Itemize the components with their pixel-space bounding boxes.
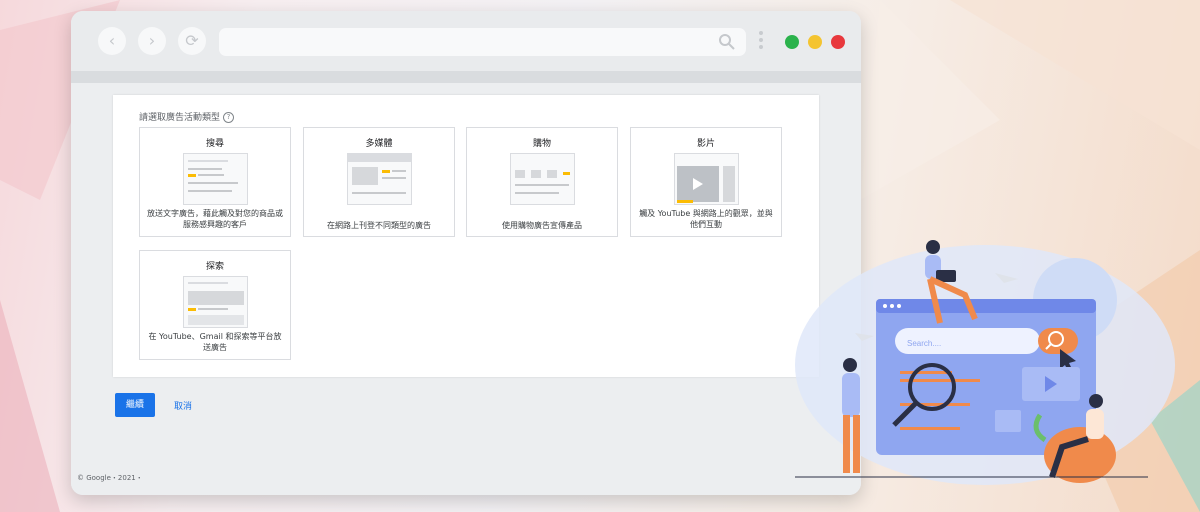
card-title: 探索 <box>205 262 224 272</box>
card-title: 搜尋 <box>205 139 224 149</box>
reload-icon: ⟳ <box>185 31 199 50</box>
window-green-light[interactable] <box>785 35 799 49</box>
card-description: 放送文字廣告，藉此觸及對您的商品或服務感興趣的客戶 <box>147 209 283 229</box>
help-icon[interactable]: ? <box>223 112 235 123</box>
card-title: 影片 <box>696 139 715 149</box>
image-icon <box>995 410 1021 432</box>
campaign-type-panel: 請選取廣告活動類型? 搜尋 放送文字廣告，藉此觸及對您的商品或服務感興趣的客戶 … <box>113 95 819 377</box>
address-bar[interactable] <box>219 28 746 56</box>
forward-button[interactable]: › <box>138 27 166 55</box>
people-search-illustration: Search.... <box>795 240 1175 485</box>
card-description: 觸及 YouTube 與網路上的觀眾，並與他們互動 <box>639 209 773 229</box>
browser-window: ‹ › ⟳ 請選取廣告活動類型? 搜尋 放送文字廣告，藉此觸及對您的商品或服務感… <box>71 11 861 495</box>
window-red-light[interactable] <box>831 35 845 49</box>
arrow-right-icon: › <box>148 31 156 50</box>
continue-button[interactable]: 繼續 <box>115 393 155 417</box>
video-ad-thumbnail <box>674 153 739 205</box>
window-yellow-light[interactable] <box>808 35 822 49</box>
play-icon <box>693 178 703 190</box>
shopping-ad-thumbnail <box>510 153 575 205</box>
card-description: 使用購物廣告宣傳產品 <box>502 221 582 230</box>
more-menu-icon[interactable] <box>759 31 763 52</box>
campaign-card-video[interactable]: 影片 觸及 YouTube 與網路上的觀眾，並與他們互動 <box>630 127 782 237</box>
card-description: 在 YouTube、Gmail 和探索等平台放送廣告 <box>148 332 282 352</box>
cancel-button[interactable]: 取消 <box>174 399 192 412</box>
search-icon <box>719 34 735 50</box>
back-button[interactable]: ‹ <box>98 27 126 55</box>
card-title: 購物 <box>532 139 551 149</box>
search-ad-thumbnail <box>183 153 248 205</box>
card-title: 多媒體 <box>365 139 393 149</box>
reload-button[interactable]: ⟳ <box>178 27 206 55</box>
arrow-left-icon: ‹ <box>108 31 116 50</box>
footer-copyright: © Google・2021・ <box>77 474 143 482</box>
campaign-card-display[interactable]: 多媒體 在網路上刊登不同類型的廣告 <box>303 127 455 237</box>
illustration-search-text: Search.... <box>907 339 941 348</box>
display-ad-thumbnail <box>347 153 412 205</box>
campaign-card-discovery[interactable]: 探索 在 YouTube、Gmail 和探索等平台放送廣告 <box>139 250 291 360</box>
browser-toolbar: ‹ › ⟳ <box>71 11 861 71</box>
card-description: 在網路上刊登不同類型的廣告 <box>327 221 431 230</box>
panel-title: 請選取廣告活動類型? <box>139 110 235 123</box>
page-content: 請選取廣告活動類型? 搜尋 放送文字廣告，藉此觸及對您的商品或服務感興趣的客戶 … <box>71 83 861 495</box>
campaign-card-search[interactable]: 搜尋 放送文字廣告，藉此觸及對您的商品或服務感興趣的客戶 <box>139 127 291 237</box>
campaign-card-shopping[interactable]: 購物 使用購物廣告宣傳產品 <box>466 127 618 237</box>
discovery-ad-thumbnail <box>183 276 248 328</box>
